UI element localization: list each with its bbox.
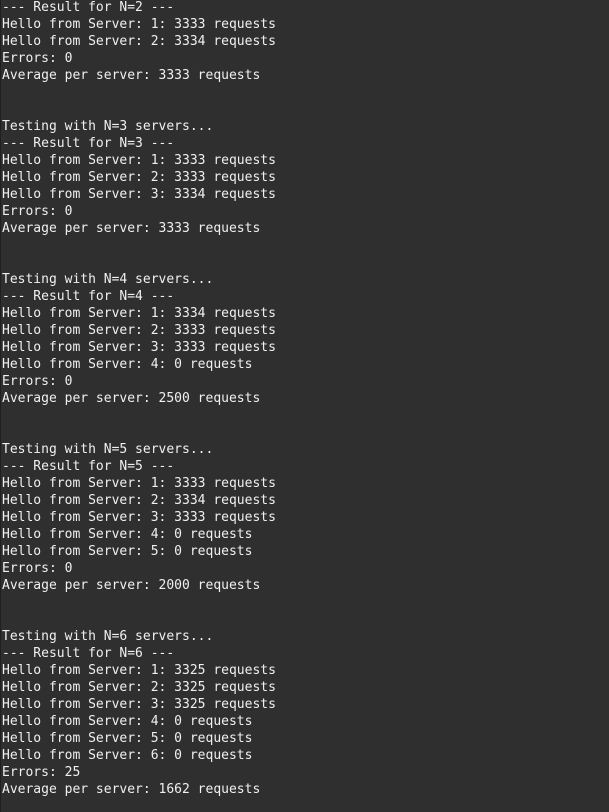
terminal-line: --- Result for N=4 --- [2, 289, 175, 304]
terminal-line: Average per server: 3333 requests [2, 221, 261, 236]
terminal-line: Hello from Server: 2: 3333 requests [2, 170, 276, 185]
terminal-line: Errors: 0 [2, 51, 73, 66]
terminal-line: Errors: 25 [2, 765, 81, 780]
terminal-line: Hello from Server: 1: 3333 requests [2, 153, 276, 168]
terminal-line: Average per server: 2500 requests [2, 391, 261, 406]
terminal-line: --- Result for N=6 --- [2, 646, 175, 661]
terminal-line: Hello from Server: 2: 3325 requests [2, 680, 276, 695]
terminal-line: Hello from Server: 2: 3334 requests [2, 493, 276, 508]
terminal-line: Testing with N=4 servers... [2, 272, 214, 287]
terminal-line: Hello from Server: 3: 3333 requests [2, 340, 276, 355]
terminal-line: Errors: 0 [2, 204, 73, 219]
terminal-line: Hello from Server: 4: 0 requests [2, 527, 253, 542]
terminal-line: Testing with N=6 servers... [2, 629, 214, 644]
terminal-line: Hello from Server: 2: 3333 requests [2, 323, 276, 338]
terminal-line: Hello from Server: 4: 0 requests [2, 714, 253, 729]
terminal-line: Hello from Server: 1: 3334 requests [2, 306, 276, 321]
terminal-line: Hello from Server: 5: 0 requests [2, 731, 253, 746]
terminal-line: Errors: 0 [2, 561, 73, 576]
terminal-line: Hello from Server: 6: 0 requests [2, 748, 253, 763]
terminal-line: Hello from Server: 2: 3334 requests [2, 34, 276, 49]
terminal-line: Hello from Server: 4: 0 requests [2, 357, 253, 372]
terminal-line: Average per server: 3333 requests [2, 68, 261, 83]
terminal-line: Hello from Server: 1: 3333 requests [2, 17, 276, 32]
terminal-line: --- Result for N=5 --- [2, 459, 175, 474]
terminal-line: Average per server: 1662 requests [2, 782, 261, 797]
terminal-line: Hello from Server: 3: 3334 requests [2, 187, 276, 202]
terminal-line: Hello from Server: 3: 3325 requests [2, 697, 276, 712]
terminal-line: --- Result for N=2 --- [2, 0, 175, 15]
terminal-line: Hello from Server: 5: 0 requests [2, 544, 253, 559]
terminal-line: Testing with N=5 servers... [2, 442, 214, 457]
terminal-line: Testing with N=3 servers... [2, 119, 214, 134]
terminal-line: Average per server: 2000 requests [2, 578, 261, 593]
terminal-line: Hello from Server: 1: 3325 requests [2, 663, 276, 678]
terminal-line: Hello from Server: 3: 3333 requests [2, 510, 276, 525]
terminal-output[interactable]: --- Result for N=2 --- Hello from Server:… [2, 0, 609, 812]
terminal-line: Hello from Server: 1: 3333 requests [2, 476, 276, 491]
terminal-line: --- Result for N=3 --- [2, 136, 175, 151]
terminal-left-border [0, 0, 1, 812]
terminal-line: Errors: 0 [2, 374, 73, 389]
